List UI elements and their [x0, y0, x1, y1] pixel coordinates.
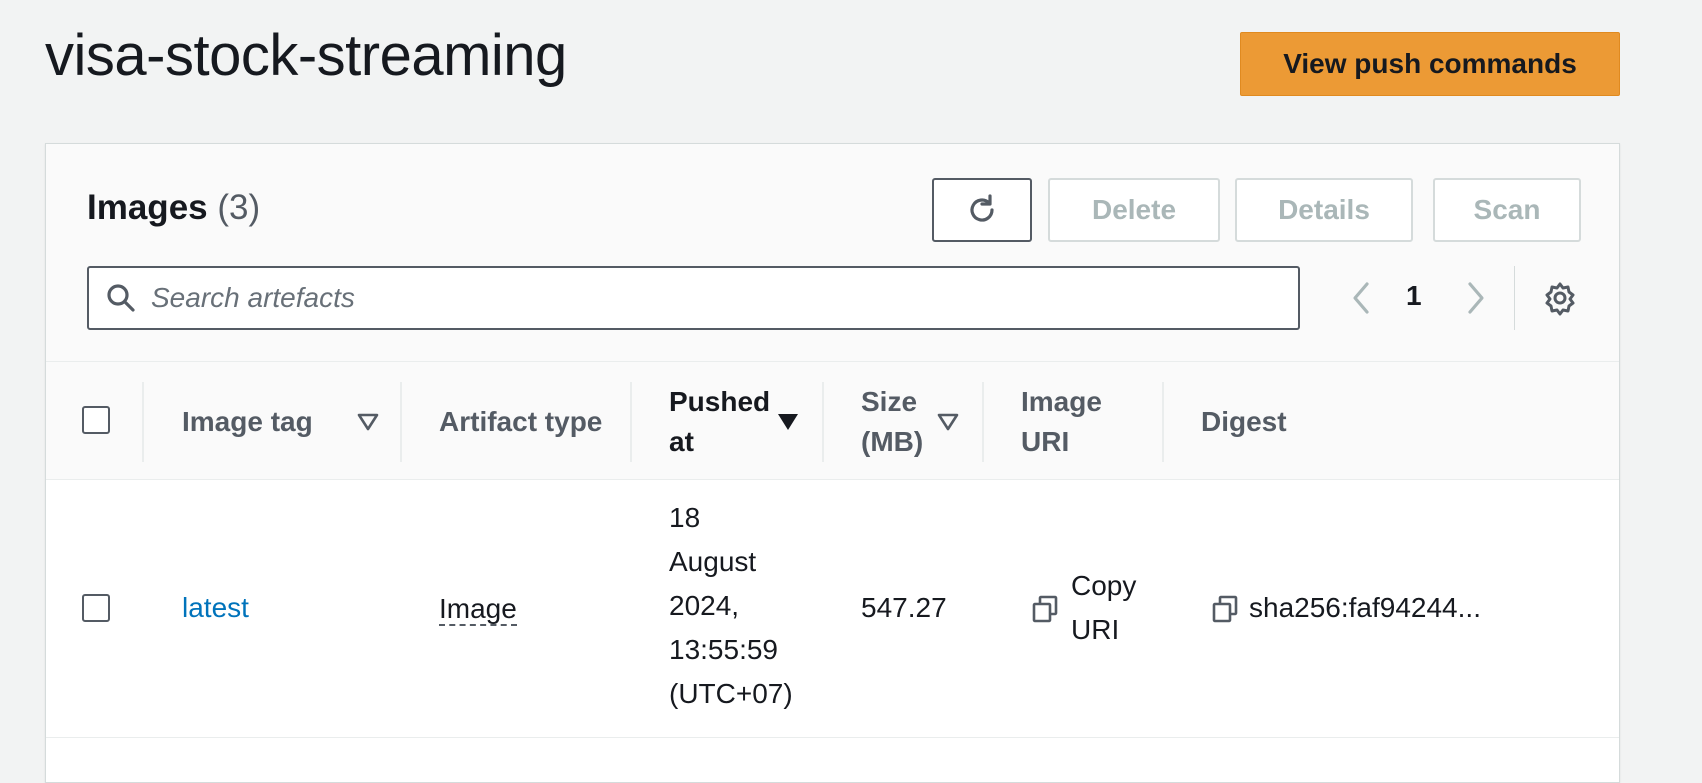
table-row: latest Image 18 August 2024, 13:55:59 (U… — [46, 480, 1619, 738]
settings-gear-icon — [1545, 282, 1575, 316]
image-tag-link[interactable]: latest — [182, 586, 249, 630]
pushed-at-value: 18 August 2024, 13:55:59 (UTC+07) — [669, 496, 793, 716]
column-header-digest[interactable]: Digest — [1201, 382, 1287, 462]
delete-button[interactable]: Delete — [1048, 178, 1220, 242]
column-divider — [630, 382, 632, 462]
search-box[interactable] — [87, 266, 1300, 330]
column-header-size-line1: Size — [861, 386, 918, 417]
refresh-icon — [970, 194, 994, 222]
column-header-size[interactable]: Size (MB) — [861, 382, 923, 462]
column-divider — [1162, 382, 1164, 462]
column-header-artifact-type[interactable]: Artifact type — [439, 382, 602, 462]
artifact-type[interactable]: Image — [439, 594, 517, 626]
column-header-image-uri-line2: URI — [1021, 426, 1070, 457]
column-header-image-uri[interactable]: Image URI — [1021, 382, 1102, 462]
pushed-at-line: 13:55:59 — [669, 634, 778, 665]
scan-button[interactable]: Scan — [1433, 178, 1581, 242]
pagination-prev-button[interactable] — [1341, 274, 1381, 322]
sort-descending-icon[interactable] — [776, 412, 800, 432]
pagination-current-page[interactable]: 1 — [1406, 280, 1422, 312]
column-header-pushed-at-line2: at — [669, 426, 694, 457]
column-divider — [142, 382, 144, 462]
column-divider — [822, 382, 824, 462]
view-push-commands-button[interactable]: View push commands — [1240, 32, 1620, 96]
pushed-at-line: August — [669, 546, 757, 577]
pushed-at-line: 18 — [669, 502, 701, 533]
pushed-at-line: (UTC+07) — [669, 678, 793, 709]
table-row — [46, 738, 1619, 782]
size-value: 547.27 — [861, 592, 947, 623]
copy-icon[interactable] — [1031, 594, 1059, 624]
column-header-pushed-at[interactable]: Pushed at — [669, 382, 770, 462]
images-count: (3) — [217, 188, 261, 227]
details-button[interactable]: Details — [1235, 178, 1413, 242]
column-header-size-line2: (MB) — [861, 426, 924, 457]
images-panel: Images (3) Delete Details Scan Search ar… — [45, 143, 1620, 783]
table-header: Image tag Artifact type Pushed at Size (… — [46, 362, 1619, 480]
page-title: visa-stock-streaming — [45, 23, 567, 88]
pushed-at-line: 2024, — [669, 590, 740, 621]
column-header-image-uri-line1: Image — [1021, 386, 1102, 417]
column-header-image-tag[interactable]: Image tag — [182, 382, 313, 462]
sort-triangle-icon[interactable] — [356, 412, 380, 432]
row-checkbox[interactable] — [82, 594, 110, 622]
column-divider — [400, 382, 402, 462]
column-divider — [982, 382, 984, 462]
images-heading: Images (3) — [87, 188, 260, 228]
column-header-pushed-at-line1: Pushed — [669, 386, 771, 417]
copy-uri-line: Copy — [1071, 570, 1137, 601]
select-all-checkbox[interactable] — [82, 406, 110, 434]
pagination-next-button[interactable] — [1456, 274, 1496, 322]
chevron-right-icon — [1468, 282, 1484, 314]
chevron-left-icon — [1353, 282, 1369, 314]
pagination-divider — [1514, 266, 1515, 330]
table-settings-button[interactable] — [1536, 274, 1584, 322]
copy-uri-line: URI — [1071, 614, 1120, 645]
digest-value: sha256:faf94244... — [1249, 592, 1481, 623]
copy-icon[interactable] — [1211, 594, 1239, 624]
refresh-button[interactable] — [932, 178, 1032, 242]
panel-header: Images (3) Delete Details Scan Search ar… — [46, 144, 1619, 362]
images-title: Images — [87, 188, 208, 227]
sort-triangle-icon[interactable] — [936, 412, 960, 432]
search-icon — [103, 280, 139, 316]
copy-uri-button[interactable]: Copy URI — [1071, 564, 1136, 652]
search-input[interactable] — [151, 282, 1251, 314]
